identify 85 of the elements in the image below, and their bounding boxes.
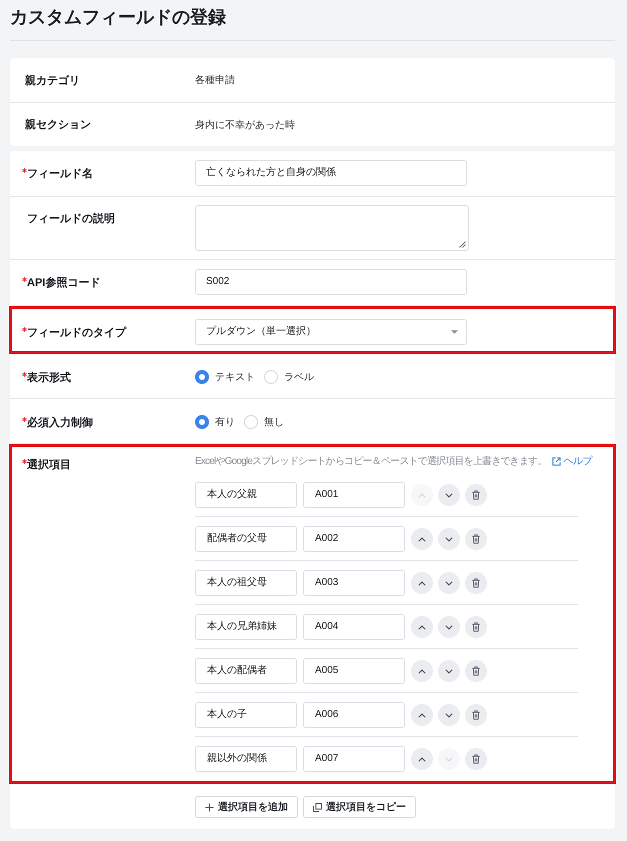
chevron-up-icon xyxy=(418,536,426,542)
move-up-button[interactable] xyxy=(411,748,433,770)
field-label: フィールド名 xyxy=(27,166,93,180)
radio-option[interactable]: テキスト xyxy=(195,370,255,384)
field-label: フィールドの説明 xyxy=(27,212,115,226)
move-up-button[interactable] xyxy=(411,616,433,638)
move-down-button[interactable] xyxy=(438,484,460,506)
chevron-down-icon xyxy=(445,712,453,718)
choice-name-field[interactable]: 本人の父親 xyxy=(195,482,297,508)
chevron-up-icon xyxy=(418,624,426,630)
copy-choices-button[interactable]: 選択項目をコピー xyxy=(303,796,416,818)
delete-button[interactable] xyxy=(465,704,487,726)
choice-code-field[interactable]: A004 xyxy=(303,614,405,640)
chevron-up-icon xyxy=(418,492,426,498)
chevron-down-icon xyxy=(445,668,453,674)
delete-button[interactable] xyxy=(465,748,487,770)
chevron-down-icon xyxy=(445,756,453,762)
chevron-down-icon xyxy=(445,624,453,630)
copy-icon xyxy=(313,802,322,812)
move-up-button[interactable] xyxy=(411,704,433,726)
chevron-up-icon xyxy=(418,668,426,674)
chevron-up-icon xyxy=(418,756,426,762)
move-down-button[interactable] xyxy=(438,704,460,726)
trash-icon xyxy=(472,666,480,676)
field-label: フィールドのタイプ xyxy=(27,326,126,340)
type-select[interactable]: プルダウン（単一選択） xyxy=(195,319,467,345)
field-value: 各種申請 xyxy=(195,74,235,87)
move-down-button[interactable] xyxy=(438,572,460,594)
choice-code-field[interactable]: A002 xyxy=(303,526,405,552)
trash-icon xyxy=(472,622,480,632)
choice-name-field[interactable]: 本人の祖父母 xyxy=(195,570,297,596)
choice-code-field[interactable]: A005 xyxy=(303,658,405,684)
choice-name-field[interactable]: 配偶者の父母 xyxy=(195,526,297,552)
plus-icon xyxy=(205,802,214,812)
trash-icon xyxy=(472,578,480,588)
field-label: API参照コード xyxy=(27,276,100,290)
chevron-down-icon xyxy=(445,492,453,498)
move-down-button[interactable] xyxy=(438,528,460,550)
text-field[interactable]: 亡くなられた方と自身の関係 xyxy=(195,160,467,186)
chevron-up-icon xyxy=(418,712,426,718)
add-choice-button[interactable]: 選択項目を追加 xyxy=(195,796,298,818)
delete-button[interactable] xyxy=(465,484,487,506)
delete-button[interactable] xyxy=(465,528,487,550)
choice-code-field[interactable]: A003 xyxy=(303,570,405,596)
resize-handle-icon[interactable] xyxy=(459,241,466,248)
radio-icon[interactable] xyxy=(195,415,209,429)
move-up-button[interactable] xyxy=(411,528,433,550)
move-up-button[interactable] xyxy=(411,660,433,682)
field-label: 選択項目 xyxy=(27,458,71,472)
trash-icon xyxy=(472,490,480,500)
trash-icon xyxy=(472,754,480,764)
radio-option[interactable]: 無し xyxy=(244,415,284,429)
choice-name-field[interactable]: 本人の兄弟姉妹 xyxy=(195,614,297,640)
external-link-icon xyxy=(552,456,560,466)
move-up-button[interactable] xyxy=(411,572,433,594)
choice-code-field[interactable]: A007 xyxy=(303,746,405,772)
radio-icon[interactable] xyxy=(195,370,209,384)
field-label: 必須入力制御 xyxy=(27,416,93,430)
field-label: 表示形式 xyxy=(27,370,71,384)
delete-button[interactable] xyxy=(465,660,487,682)
choice-code-field[interactable]: A006 xyxy=(303,702,405,728)
delete-button[interactable] xyxy=(465,616,487,638)
choice-name-field[interactable]: 本人の子 xyxy=(195,702,297,728)
chevron-down-icon xyxy=(445,536,453,542)
caret-icon xyxy=(451,330,458,334)
delete-button[interactable] xyxy=(465,572,487,594)
chevron-up-icon xyxy=(418,580,426,586)
field-value: 身内に不幸があった時 xyxy=(195,118,295,132)
field-label: 親セクション xyxy=(25,118,92,132)
move-down-button[interactable] xyxy=(438,660,460,682)
hint-text: ExcelやGoogleスプレッドシートからコピー＆ペーストで選択項目を上書きできます。 xyxy=(195,454,546,468)
field-label: 親カテゴリ xyxy=(25,74,81,88)
chevron-down-icon xyxy=(445,580,453,586)
choice-name-field[interactable]: 本人の配偶者 xyxy=(195,658,297,684)
radio-option[interactable]: ラベル xyxy=(264,370,314,384)
textarea-field[interactable] xyxy=(195,205,469,251)
text-field[interactable]: S002 xyxy=(195,269,467,295)
trash-icon xyxy=(472,710,480,720)
choice-code-field[interactable]: A001 xyxy=(303,482,405,508)
help-link[interactable]: ヘルプ xyxy=(552,454,592,468)
trash-icon xyxy=(472,534,480,544)
choice-name-field[interactable]: 親以外の関係 xyxy=(195,746,297,772)
radio-option[interactable]: 有り xyxy=(195,415,235,429)
page-title: カスタムフィールドの登録 xyxy=(10,6,227,28)
move-down-button[interactable] xyxy=(438,616,460,638)
